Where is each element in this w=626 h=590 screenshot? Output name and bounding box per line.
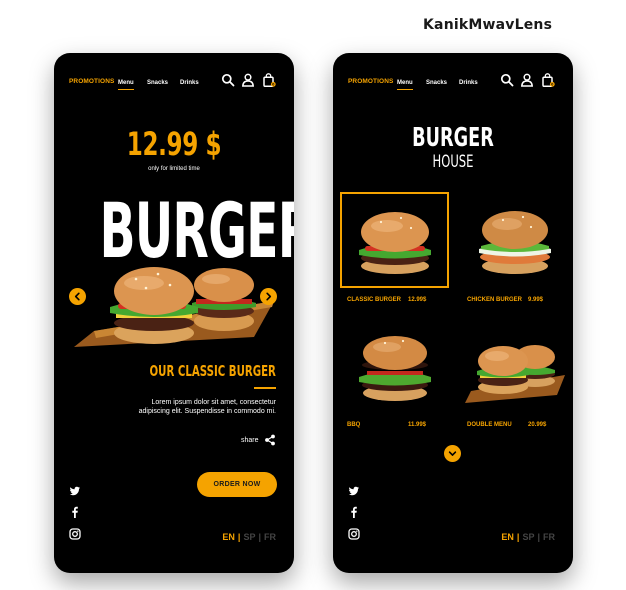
- menu-item-bbq[interactable]: BBQ 11.99$: [333, 317, 443, 437]
- facebook-icon[interactable]: [348, 506, 360, 518]
- nav-menu[interactable]: Menu: [118, 80, 134, 90]
- nav-drinks[interactable]: Drinks: [180, 80, 199, 86]
- instagram-icon[interactable]: [348, 528, 360, 540]
- language-separator: |: [237, 532, 241, 542]
- phone-screen-menu: PROMOTIONS Menu Snacks Drinks 0 BURGER H…: [333, 53, 573, 573]
- search-icon[interactable]: [221, 73, 235, 87]
- menu-item-chicken-burger[interactable]: CHICKEN BURGER 9.99$: [453, 192, 563, 312]
- item-name: CLASSIC BURGER: [347, 297, 402, 303]
- search-icon[interactable]: [500, 73, 514, 87]
- load-more-button[interactable]: [444, 445, 461, 462]
- language-fr[interactable]: FR: [264, 532, 276, 542]
- language-fr[interactable]: FR: [543, 532, 555, 542]
- classic-burger-image: [359, 212, 431, 274]
- shopping-bag-icon[interactable]: 0: [541, 73, 555, 87]
- instagram-icon[interactable]: [69, 528, 81, 540]
- nav-drinks[interactable]: Drinks: [459, 80, 478, 86]
- item-price: 9.99$: [528, 297, 544, 303]
- top-navigation: PROMOTIONS Menu Snacks Drinks 0: [54, 53, 294, 103]
- title-underline: [254, 387, 276, 389]
- language-en[interactable]: EN: [501, 532, 514, 542]
- facebook-icon[interactable]: [69, 506, 81, 518]
- language-separator: |: [516, 532, 520, 542]
- chevron-right-icon: [266, 292, 272, 301]
- share-label: share: [241, 436, 259, 444]
- order-now-button[interactable]: ORDER NOW: [197, 472, 277, 497]
- language-switcher: EN | SP | FR: [501, 532, 555, 542]
- promo-note: only for limited time: [148, 166, 200, 172]
- item-price: 11.99$: [408, 422, 427, 428]
- item-name: BBQ: [347, 422, 361, 428]
- item-price: 20.99$: [528, 422, 547, 428]
- shopping-bag-icon[interactable]: 0: [262, 73, 276, 87]
- language-sp[interactable]: SP: [243, 532, 255, 542]
- phone-screen-product: PROMOTIONS Menu Snacks Drinks 0 12.99 $ …: [54, 53, 294, 573]
- chevron-left-icon: [74, 292, 80, 301]
- user-icon[interactable]: [241, 73, 255, 87]
- language-separator: |: [258, 532, 261, 542]
- user-icon[interactable]: [520, 73, 534, 87]
- nav-snacks[interactable]: Snacks: [426, 80, 447, 86]
- share-icon: [264, 434, 275, 446]
- menu-subtitle: HOUSE: [432, 152, 474, 172]
- share-button[interactable]: share: [241, 433, 276, 447]
- designer-credit: KanikMwavLens: [423, 17, 553, 33]
- dish-title: OUR CLASSIC BURGER: [149, 362, 276, 380]
- language-en[interactable]: EN: [222, 532, 235, 542]
- language-sp[interactable]: SP: [522, 532, 534, 542]
- nav-promotions[interactable]: PROMOTIONS: [348, 78, 393, 85]
- language-switcher: EN | SP | FR: [222, 532, 276, 542]
- top-navigation: PROMOTIONS Menu Snacks Drinks 0: [333, 53, 573, 103]
- chicken-burger-image: [479, 211, 551, 274]
- nav-menu[interactable]: Menu: [397, 80, 413, 90]
- menu-item-classic-burger[interactable]: CLASSIC BURGER 12.99$: [333, 192, 449, 312]
- previous-arrow-button[interactable]: [69, 288, 86, 305]
- menu-title: BURGER: [412, 123, 494, 153]
- dish-description: Lorem ipsum dolor sit amet, consectetur …: [138, 399, 276, 415]
- double-menu-image: [465, 345, 565, 403]
- next-arrow-button[interactable]: [260, 288, 277, 305]
- item-name: DOUBLE MENU: [467, 422, 512, 428]
- promo-price: 12.99 $: [126, 125, 222, 163]
- nav-promotions[interactable]: PROMOTIONS: [69, 78, 114, 85]
- nav-snacks[interactable]: Snacks: [147, 80, 168, 86]
- chevron-down-icon: [448, 451, 457, 456]
- item-price: 12.99$: [408, 297, 427, 303]
- bbq-burger-image: [359, 336, 431, 401]
- burger-hero-image: [74, 267, 274, 347]
- language-separator: |: [537, 532, 540, 542]
- twitter-icon[interactable]: [348, 485, 360, 497]
- item-name: CHICKEN BURGER: [467, 297, 523, 303]
- twitter-icon[interactable]: [69, 485, 81, 497]
- menu-item-double-menu[interactable]: DOUBLE MENU 20.99$: [453, 317, 565, 437]
